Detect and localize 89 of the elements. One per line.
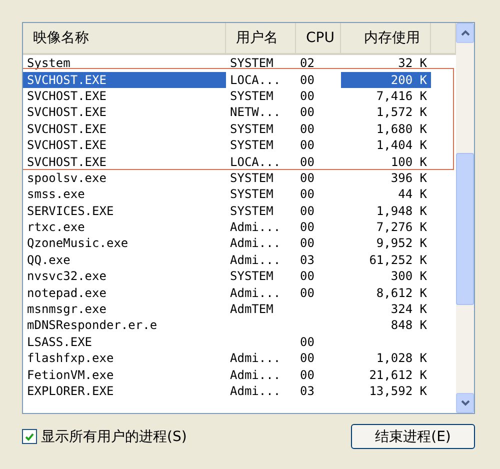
table-cell-text: LSASS.EXE [26,334,94,350]
table-cell-text: 00 [299,268,316,284]
table-cell-text: 1,680 K [375,120,428,137]
table-cell-text: 03 [299,383,316,399]
table-cell: 200 K [341,72,431,88]
table-cell-text: Admi... [229,235,282,252]
table-cell-text: 1,572 K [375,104,428,120]
table-cell-text: 00 [299,334,316,350]
table-cell-text: Admi... [229,366,282,383]
table-cell-text: SYSTEM [229,186,274,202]
table-cell-text: 00 [299,235,316,252]
table-cell-text: SYSTEM [229,120,274,137]
table-cell-text: 00 [299,120,316,137]
table-cell-text: SERVICES.EXE [26,202,115,219]
table-cell-text: 8,612 K [375,284,428,301]
check-icon [25,432,34,440]
table-cell-text: 300 K [390,268,428,284]
table-cell-text: AdmTEM [229,301,274,318]
table-cell-text: LOCA... [229,72,282,88]
table-cell-text: 00 [299,284,316,301]
table-cell-text: SVCHOST.EXE [26,154,108,170]
table-cell-text: mDNSResponder.er.e [26,317,158,334]
column-header[interactable]: 内存使用 [341,23,431,53]
column-header[interactable]: 映像名称 [23,23,226,53]
table-cell-text: Admi... [229,219,282,236]
table-cell-text: SYSTEM [229,170,274,186]
table-cell-text: 00 [299,202,316,219]
table-cell-text: FetionVM.exe [26,366,115,383]
table-cell-text: 324 K [390,301,428,318]
table-cell-text: NETW... [229,104,282,120]
table-cell-text: 03 [299,252,316,268]
table-cell-text: 61,252 K [368,252,428,268]
end-process-button[interactable]: 结束进程(E) [351,424,475,449]
table-cell-text: 100 K [390,154,428,170]
table-cell-text: LOCA... [229,154,282,170]
table-cell-text: SVCHOST.EXE [26,88,108,104]
table-cell-text: Admi... [229,284,282,301]
table-cell-text: rtxc.exe [26,219,86,236]
table-cell-text: 00 [299,154,316,170]
table-cell-text: 00 [299,137,316,154]
table-cell-text: SYSTEM [229,55,274,72]
table-cell-text: 00 [299,219,316,236]
scroll-down-button[interactable] [456,393,474,413]
table-cell-text: 13,592 K [368,383,428,399]
table-cell-text: 9,952 K [375,235,428,252]
table-cell-text: SYSTEM [229,137,274,154]
table-cell-text: SVCHOST.EXE [26,104,108,120]
table-cell-text: SVCHOST.EXE [26,137,108,154]
table-cell-text: System [26,55,72,72]
table-cell-text: nvsvc32.exe [26,268,108,284]
table-cell-text: flashfxp.exe [26,350,115,366]
table-cell-text: 00 [299,170,316,186]
table-cell-text: EXPLORER.EXE [26,383,115,399]
table-cell-text: Admi... [229,350,282,366]
table-cell-text: notepad.exe [26,284,108,301]
table-cell-text: 1,404 K [375,137,428,154]
checkbox[interactable] [22,429,37,444]
column-header[interactable]: CPU [296,23,341,53]
table-cell-text: 44 K [397,186,428,202]
table-cell-text: 00 [299,186,316,202]
table-cell-text: 00 [299,72,316,88]
table-cell-text: 396 K [390,170,428,186]
table-cell-text: msnmsgr.exe [26,301,108,318]
column-header[interactable]: 用户名 [226,23,296,53]
table-cell-text: 00 [299,88,316,104]
table-cell-text: spoolsv.exe [26,170,108,186]
table-cell-text: SYSTEM [229,268,274,284]
table-cell-text: 1,028 K [375,350,428,366]
table-cell-text: 1,948 K [375,202,428,219]
table-cell-text: 00 [299,350,316,366]
table-cell-text: 02 [299,55,316,72]
table-cell-text: SYSTEM [229,202,274,219]
table-cell-text: 848 K [390,317,428,334]
table-cell: SVCHOST.EXE [23,72,226,88]
table-cell-text: Admi... [229,252,282,268]
table-cell-text: QzoneMusic.exe [26,235,130,252]
table-cell-text: 7,276 K [375,219,428,236]
table-cell-text: SVCHOST.EXE [26,120,108,137]
table-cell-text: 00 [299,366,316,383]
table-cell-text: QQ.exe [26,252,72,268]
table-cell-text: 21,612 K [368,366,428,383]
table-cell-text: 00 [299,104,316,120]
table-cell-text: smss.exe [26,186,86,202]
table-cell-text: 7,416 K [375,88,428,104]
scroll-thumb[interactable] [456,153,474,305]
table-cell-text: 32 K [397,55,428,72]
table-cell-text: SYSTEM [229,88,274,104]
table-cell-text: Admi... [229,383,282,399]
scroll-up-button[interactable] [456,23,474,43]
